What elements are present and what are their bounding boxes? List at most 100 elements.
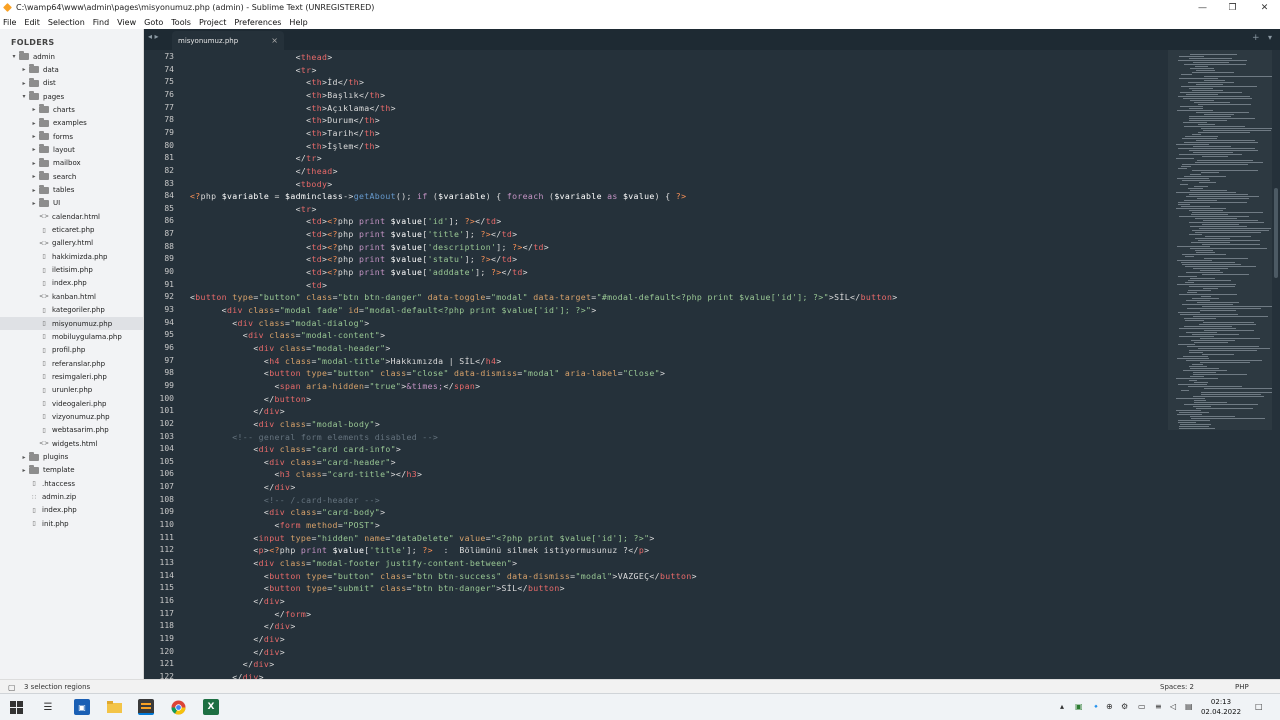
code-line[interactable]: <tbody> xyxy=(190,179,333,189)
chrome-icon[interactable] xyxy=(170,699,186,715)
file-urunler-php[interactable]: ▯ urunler.php xyxy=(0,384,92,397)
code-line[interactable]: <td> xyxy=(190,280,327,290)
code-line[interactable]: </div> xyxy=(190,406,285,416)
code-line[interactable]: <!-- general form elements disabled --> xyxy=(190,432,438,442)
file-misyonumuz-php[interactable]: ▯ misyonumuz.php xyxy=(0,317,143,330)
folder-pages[interactable]: ▾ pages xyxy=(0,90,64,103)
language-icon[interactable]: ▤ xyxy=(1185,702,1193,711)
chevron-right-icon[interactable]: ▸ xyxy=(30,120,38,127)
code-line[interactable]: <?php $variable = $adminclass->getAbout(… xyxy=(190,191,686,201)
menu-item-goto[interactable]: Goto xyxy=(144,18,163,27)
chevron-down-icon[interactable]: ▾ xyxy=(20,93,28,100)
code-line[interactable]: <th>İşlem</th> xyxy=(190,141,380,151)
chevron-right-icon[interactable]: ▸ xyxy=(20,454,28,461)
chevron-right-icon[interactable]: ▸ xyxy=(30,146,38,153)
bluetooth-icon[interactable]: 🔹 xyxy=(1091,702,1101,711)
code-line[interactable]: <!-- /.card-header --> xyxy=(190,495,380,505)
battery-icon[interactable]: ▭ xyxy=(1138,702,1146,711)
wifi-icon[interactable]: ≡ xyxy=(1155,702,1162,711)
menu-item-help[interactable]: Help xyxy=(289,18,307,27)
menu-item-edit[interactable]: Edit xyxy=(24,18,40,27)
code-line[interactable]: <td><?php print $value['title']; ?></td> xyxy=(190,229,517,239)
code-line[interactable]: <div class="card-body"> xyxy=(190,507,385,517)
chevron-down-icon[interactable]: ▾ xyxy=(10,53,18,60)
code-line[interactable]: <h3 class="card-title"></h3> xyxy=(190,469,422,479)
code-line[interactable]: <form method="POST"> xyxy=(190,520,380,530)
chevron-right-icon[interactable]: ▸ xyxy=(30,106,38,113)
code-line[interactable]: <th>Tarih</th> xyxy=(190,128,380,138)
folder-tables[interactable]: ▸ tables xyxy=(0,184,74,197)
scrollbar-thumb[interactable] xyxy=(1274,188,1278,278)
file-webtasarim-php[interactable]: ▯ webtasarim.php xyxy=(0,424,108,437)
file-resimgaleri-php[interactable]: ▯ resimgaleri.php xyxy=(0,370,106,383)
tab-list-icon[interactable]: ▾ xyxy=(1268,33,1272,42)
indentation-status[interactable]: Spaces: 2 xyxy=(1160,683,1194,691)
code-line[interactable]: </tr> xyxy=(190,153,322,163)
code-line[interactable]: <th>İd</th> xyxy=(190,77,364,87)
minimize-button[interactable]: — xyxy=(1190,0,1215,15)
volume-icon[interactable]: ◁ xyxy=(1170,702,1176,711)
store-icon[interactable]: ▣ xyxy=(74,699,90,715)
code-line[interactable]: <td><?php print $value['statu']; ?></td> xyxy=(190,254,517,264)
code-line[interactable]: <span aria-hidden="true">&times;</span> xyxy=(190,381,480,391)
code-line[interactable]: <button type="button" class="btn btn-suc… xyxy=(190,571,697,581)
new-tab-icon[interactable]: + xyxy=(1252,33,1260,43)
code-line[interactable]: <th>Başlık</th> xyxy=(190,90,385,100)
chevron-right-icon[interactable]: ▸ xyxy=(30,200,38,207)
code-line[interactable]: <button type="button" class="btn btn-dan… xyxy=(190,292,898,302)
code-line[interactable]: <button type="button" class="close" data… xyxy=(190,368,665,378)
excel-icon[interactable]: X xyxy=(203,699,219,715)
code-line[interactable]: </form> xyxy=(190,609,311,619)
folder-mailbox[interactable]: ▸ mailbox xyxy=(0,157,81,170)
code-line[interactable]: </div> xyxy=(190,647,285,657)
folder-template[interactable]: ▸ template xyxy=(0,464,75,477)
folder-ui[interactable]: ▸ UI xyxy=(0,197,60,210)
chevron-right-icon[interactable]: ▸ xyxy=(20,467,28,474)
code-line[interactable]: <h4 class="modal-title">Hakkımızda | SİL… xyxy=(190,356,502,366)
chevron-right-icon[interactable]: ▸ xyxy=(20,80,28,87)
folder-charts[interactable]: ▸ charts xyxy=(0,103,75,116)
code-line[interactable]: <tr> xyxy=(190,204,317,214)
file-htaccess[interactable]: ▯ .htaccess xyxy=(0,477,75,490)
folder-data[interactable]: ▸ data xyxy=(0,63,59,76)
tab-nav-arrows[interactable]: ◂ ▸ xyxy=(148,32,159,41)
maximize-button[interactable]: ❐ xyxy=(1220,0,1245,15)
folder-plugins[interactable]: ▸ plugins xyxy=(0,451,68,464)
chevron-right-icon[interactable]: ▸ xyxy=(30,160,38,167)
file-index-php[interactable]: ▯ index.php xyxy=(0,277,86,290)
code-editor[interactable]: 73 <thead> 74 <tr> 75 <th>İd</th> 76 <th>Ba… xyxy=(144,50,1272,679)
menu-item-find[interactable]: Find xyxy=(93,18,109,27)
code-line[interactable]: </div> xyxy=(190,621,296,631)
code-line[interactable]: <div class="modal-header"> xyxy=(190,343,391,353)
tray-chevron-icon[interactable]: ▴ xyxy=(1060,702,1064,711)
code-line[interactable]: </div> xyxy=(190,634,285,644)
menu-item-selection[interactable]: Selection xyxy=(48,18,85,27)
code-line[interactable]: </div> xyxy=(190,596,285,606)
file-admin-zip[interactable]: ∷ admin.zip xyxy=(0,491,76,504)
vertical-scrollbar[interactable] xyxy=(1272,50,1280,679)
start-icon[interactable] xyxy=(8,699,24,715)
file-mobiluygulama-php[interactable]: ▯ mobiluygulama.php xyxy=(0,330,121,343)
code-line[interactable]: <div class="modal fade" id="modal-defaul… xyxy=(190,305,597,315)
code-line[interactable]: <button type="submit" class="btn btn-dan… xyxy=(190,583,565,593)
code-line[interactable]: <div class="card-header"> xyxy=(190,457,396,467)
tray-app-icon[interactable]: ▣ xyxy=(1075,702,1083,711)
code-line[interactable]: <p><?php print $value['title']; ?> : Böl… xyxy=(190,545,649,555)
code-line[interactable]: <td><?php print $value['id']; ?></td> xyxy=(190,216,502,226)
file-kanban-html[interactable]: <> kanban.html xyxy=(0,290,96,303)
file-kategoriler-php[interactable]: ▯ kategoriler.php xyxy=(0,304,105,317)
chevron-right-icon[interactable]: ▸ xyxy=(30,173,38,180)
menu-item-project[interactable]: Project xyxy=(199,18,226,27)
tray-gear-icon[interactable]: ⚙ xyxy=(1121,702,1128,711)
menu-item-preferences[interactable]: Preferences xyxy=(234,18,281,27)
clock[interactable]: 02:13 02.04.2022 xyxy=(1200,697,1242,717)
file-vizyonumuz-php[interactable]: ▯ vizyonumuz.php xyxy=(0,410,109,423)
notifications-icon[interactable]: □ xyxy=(1255,702,1263,711)
minimap[interactable] xyxy=(1168,50,1279,679)
code-line[interactable]: <th>Durum</th> xyxy=(190,115,380,125)
code-line[interactable]: <div class="modal-content"> xyxy=(190,330,385,340)
folder-layout[interactable]: ▸ layout xyxy=(0,143,75,156)
task-view-icon[interactable]: ☰ xyxy=(40,699,56,715)
menu-item-tools[interactable]: Tools xyxy=(171,18,191,27)
file-profil-php[interactable]: ▯ profil.php xyxy=(0,344,85,357)
